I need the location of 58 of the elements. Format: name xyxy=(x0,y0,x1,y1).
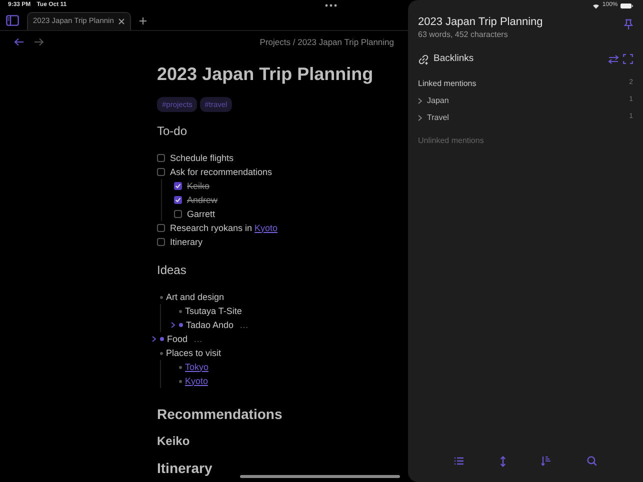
mention-title[interactable]: Travel xyxy=(427,112,449,124)
todo-text: Ask for recommendations xyxy=(170,166,272,178)
sort-icon[interactable] xyxy=(541,456,552,466)
section-heading: To-do xyxy=(157,123,188,140)
note-link[interactable]: Kyoto xyxy=(254,222,278,235)
ellipsis[interactable]: … xyxy=(194,332,203,346)
back-arrow-icon[interactable] xyxy=(14,38,24,46)
more-icon[interactable] xyxy=(324,4,337,7)
bullet-text: Tadao Ando xyxy=(186,318,234,332)
section-heading: Itinerary xyxy=(157,459,212,478)
ellipsis[interactable]: … xyxy=(240,318,249,332)
vertical-arrows-icon[interactable] xyxy=(500,456,506,466)
chevron-icon[interactable] xyxy=(418,114,422,120)
expand-icon[interactable] xyxy=(623,54,633,64)
checkbox[interactable] xyxy=(157,168,165,176)
forward-arrow-icon[interactable] xyxy=(34,38,44,46)
todo-text: Keiko xyxy=(187,180,210,192)
pin-icon[interactable] xyxy=(624,19,633,30)
plus-icon[interactable] xyxy=(139,16,147,24)
search-icon[interactable] xyxy=(587,456,598,466)
mention-title[interactable]: Japan xyxy=(427,94,449,106)
note-link[interactable]: Tokyo xyxy=(185,360,209,374)
bullet-text: Art and design xyxy=(166,290,224,304)
todo-text: Itinerary xyxy=(170,236,203,249)
chevron-icon[interactable] xyxy=(418,98,422,104)
bullet-text: Tsutaya T-Site xyxy=(185,304,242,318)
section-heading: Keiko xyxy=(157,433,190,450)
sidebar-toggle-icon[interactable] xyxy=(6,15,19,26)
wifi-icon xyxy=(592,2,600,8)
todo-text: Garrett xyxy=(187,208,216,220)
bullet-text: Places to visit xyxy=(166,346,222,360)
swap-icon[interactable] xyxy=(608,54,618,64)
link-icon xyxy=(418,54,429,64)
checkbox[interactable] xyxy=(174,182,182,190)
section-label: Linked mentions xyxy=(418,78,476,90)
list-icon[interactable] xyxy=(454,457,464,465)
checkbox[interactable] xyxy=(157,238,165,246)
checkbox[interactable] xyxy=(157,154,165,162)
section-heading: Recommendations xyxy=(157,405,282,424)
chevron-icon[interactable] xyxy=(170,322,174,328)
chevron-icon[interactable] xyxy=(152,336,156,342)
todo-text: Research ryokans in xyxy=(170,222,254,235)
breadcrumb[interactable]: Projects / 2023 Japan Trip Planning xyxy=(260,36,394,48)
panel-title: 2023 Japan Trip Planning xyxy=(418,15,543,29)
todo-text: Andrew xyxy=(187,194,218,206)
word-count: 63 words, 452 characters xyxy=(418,29,509,41)
section-label[interactable]: Unlinked mentions xyxy=(418,134,484,146)
todo-text: Schedule flights xyxy=(170,152,234,165)
close-icon[interactable] xyxy=(118,18,125,24)
battery-icon xyxy=(620,2,633,8)
section-heading: Ideas xyxy=(157,262,186,278)
checkbox[interactable] xyxy=(157,224,165,232)
bullet-text: Food xyxy=(167,332,188,346)
note-title: 2023 Japan Trip Planning xyxy=(157,63,374,85)
checkbox[interactable] xyxy=(174,196,182,204)
note-link[interactable]: Kyoto xyxy=(185,374,208,388)
checkbox[interactable] xyxy=(174,210,182,218)
panel-header: Backlinks xyxy=(434,52,474,66)
